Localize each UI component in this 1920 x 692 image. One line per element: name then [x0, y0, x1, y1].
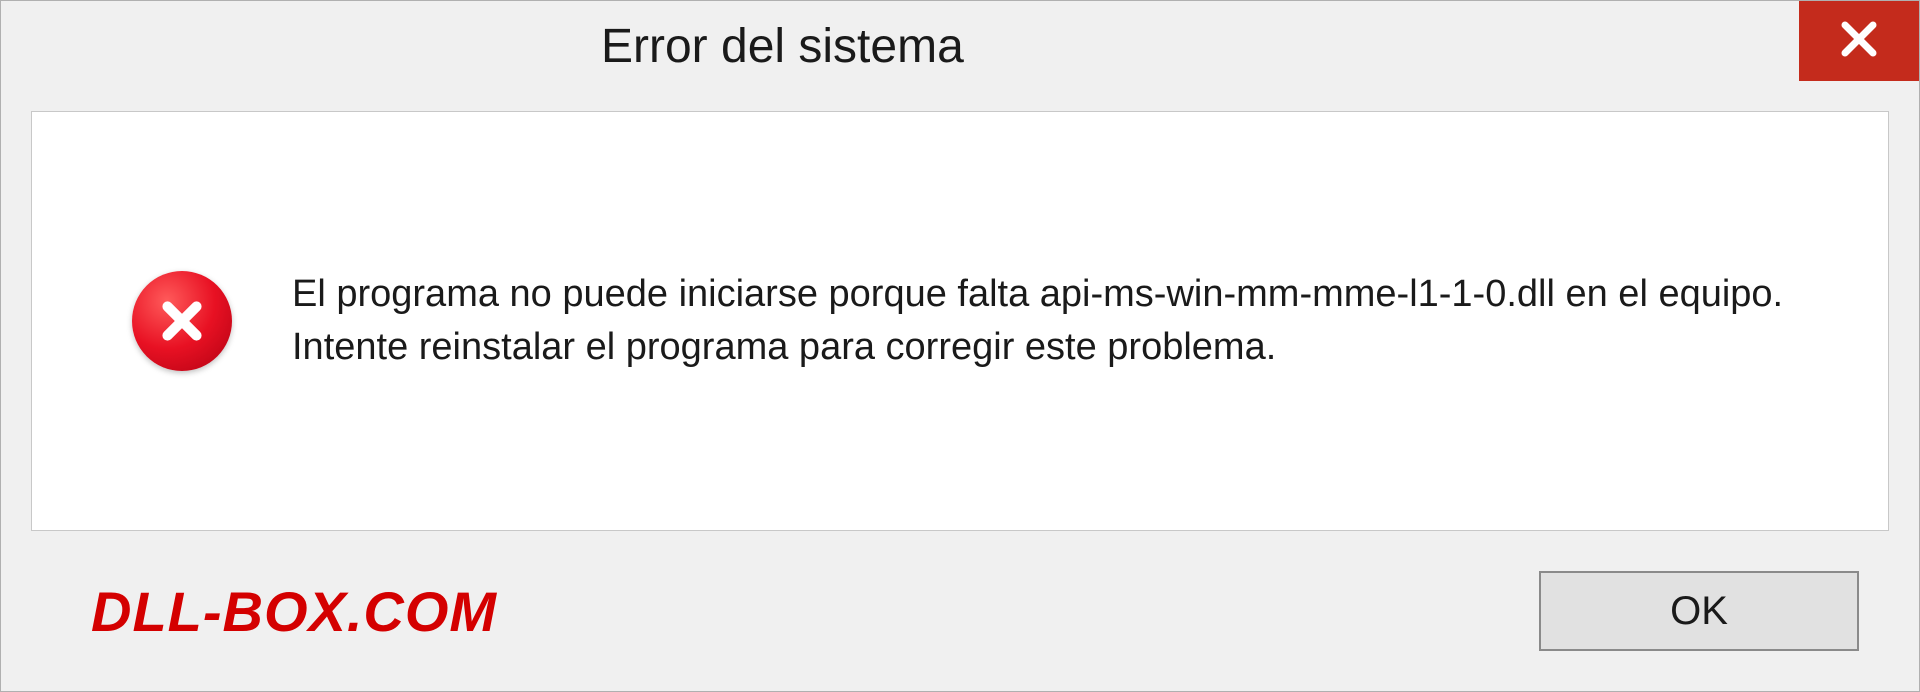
- titlebar: Error del sistema: [1, 1, 1919, 91]
- error-icon: [132, 271, 232, 371]
- error-message: El programa no puede iniciarse porque fa…: [292, 268, 1828, 374]
- dialog-title: Error del sistema: [601, 19, 964, 74]
- close-icon: [1835, 15, 1883, 68]
- ok-button-label: OK: [1670, 589, 1728, 634]
- close-button[interactable]: [1799, 1, 1919, 81]
- watermark-text: DLL-BOX.COM: [91, 579, 497, 644]
- ok-button[interactable]: OK: [1539, 571, 1859, 651]
- error-dialog: Error del sistema El programa no puede i…: [0, 0, 1920, 692]
- dialog-footer: DLL-BOX.COM OK: [1, 531, 1919, 691]
- content-panel: El programa no puede iniciarse porque fa…: [31, 111, 1889, 531]
